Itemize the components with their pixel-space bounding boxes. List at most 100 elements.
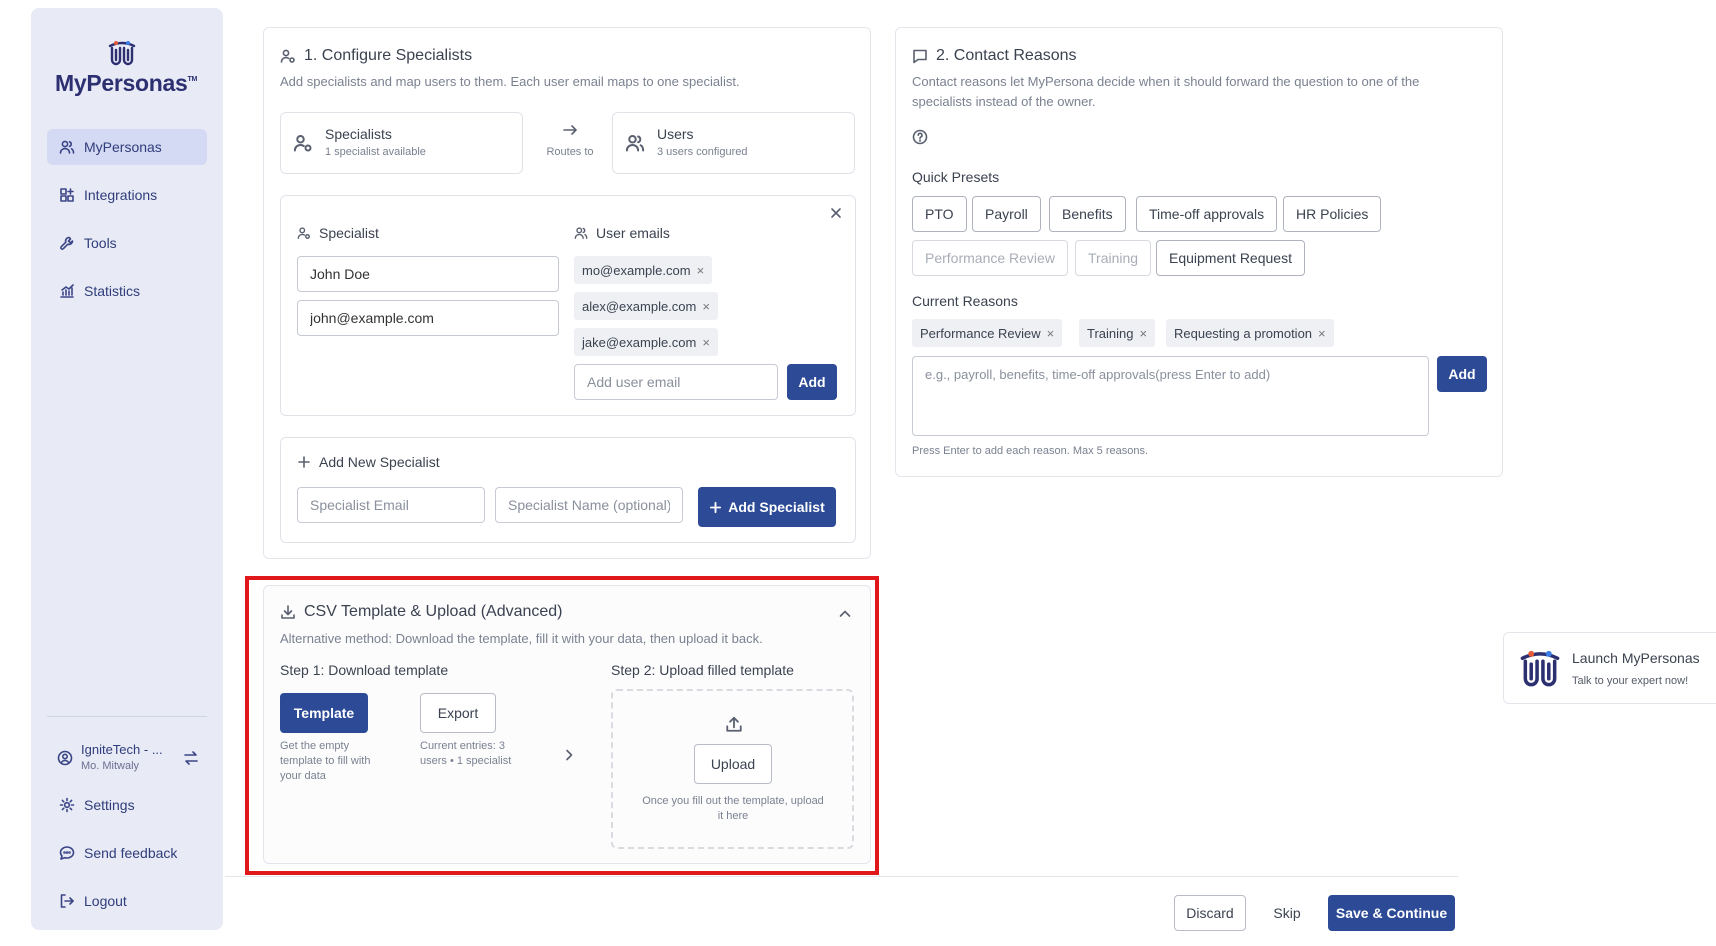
add-reason-button[interactable]: Add (1437, 356, 1487, 392)
email-chip: alex@example.com × (574, 292, 718, 320)
configure-specialists-card: 1. Configure Specialists Add specialists… (263, 27, 871, 559)
nav-item-send-feedback[interactable]: Send feedback (47, 835, 207, 871)
integrations-icon (60, 188, 74, 202)
user-circle-icon (57, 750, 73, 766)
remove-chip-icon[interactable]: × (697, 263, 705, 278)
users-icon (574, 227, 588, 239)
current-reasons-label: Current Reasons (912, 293, 1018, 309)
nav-label: Send feedback (84, 845, 178, 861)
card-subtitle: Add specialists and map users to them. E… (280, 74, 740, 89)
card-title: 1. Configure Specialists (280, 47, 472, 65)
launch-title: Launch MyPersonas (1572, 650, 1700, 666)
summary-sub: 3 users configured (657, 146, 748, 158)
discard-button[interactable]: Discard (1174, 895, 1246, 931)
card-subtitle: Contact reasons let MyPersona decide whe… (912, 74, 1420, 109)
message-icon (913, 49, 927, 64)
user-cog-icon (293, 135, 312, 152)
preset-benefits[interactable]: Benefits (1049, 196, 1126, 232)
contact-reasons-card: 2. Contact Reasons Contact reasons let M… (895, 27, 1503, 477)
close-icon[interactable] (829, 206, 843, 220)
email-chip: jake@example.com × (574, 328, 718, 356)
routes-indicator: Routes to (525, 122, 615, 158)
preset-time-off-approvals[interactable]: Time-off approvals (1136, 196, 1278, 232)
footer-divider (225, 876, 1458, 877)
remove-chip-icon[interactable]: × (702, 335, 710, 350)
card-title: 2. Contact Reasons (912, 47, 1077, 65)
chat-icon (59, 846, 75, 860)
nav-item-integrations[interactable]: Integrations (47, 177, 207, 213)
summary-title: Users (657, 126, 694, 142)
specialist-name-input[interactable] (297, 256, 559, 292)
specialist-label: Specialist (297, 225, 379, 241)
preset-equipment-request[interactable]: Equipment Request (1156, 240, 1305, 276)
gear-icon (59, 797, 75, 813)
specialist-name-new-input[interactable] (495, 487, 683, 523)
specialist-email-new-input[interactable] (297, 487, 485, 523)
chart-icon (60, 284, 74, 298)
email-chip: mo@example.com × (574, 256, 713, 284)
help-circle-icon[interactable] (912, 129, 928, 145)
launch-subtitle: Talk to your expert now! (1572, 675, 1689, 687)
plus-icon (298, 456, 310, 468)
nav-label: Statistics (84, 283, 141, 299)
nav-label: Tools (84, 235, 117, 251)
swap-icon[interactable] (183, 750, 199, 766)
summary-sub: 1 specialist available (325, 146, 426, 158)
plus-icon (710, 501, 722, 513)
skip-button[interactable]: Skip (1262, 895, 1312, 931)
add-user-email-input[interactable] (574, 364, 778, 400)
org-user: Mo. Mitwaly (81, 760, 140, 772)
nav-label: Settings (84, 797, 135, 813)
logo-mark-icon (108, 41, 136, 66)
add-new-specialist: Add New Specialist Add Specialist (280, 437, 856, 543)
highlight-box (245, 576, 879, 875)
nav-item-tools[interactable]: Tools (47, 225, 207, 261)
user-cog-icon (297, 227, 310, 239)
nav-item-statistics[interactable]: Statistics (47, 273, 207, 309)
remove-chip-icon[interactable]: × (1047, 326, 1055, 341)
remove-chip-icon[interactable]: × (702, 299, 710, 314)
nav-label: Integrations (84, 187, 158, 203)
preset-pto[interactable]: PTO (912, 196, 967, 232)
remove-chip-icon[interactable]: × (1318, 326, 1326, 341)
sidebar-divider (47, 716, 207, 717)
users-icon (625, 135, 645, 152)
user-cog-icon (280, 49, 295, 63)
nav-item-mypersonas[interactable]: MyPersonas (47, 129, 207, 165)
wrench-icon (60, 236, 74, 250)
user-emails-label: User emails (574, 225, 670, 241)
preset-hr-policies[interactable]: HR Policies (1283, 196, 1382, 232)
nav-item-logout[interactable]: Logout (47, 883, 207, 919)
reason-chip: Performance Review × (912, 319, 1063, 347)
add-email-button[interactable]: Add (787, 364, 837, 400)
logo-text: MyPersonasTM (55, 70, 198, 96)
users-summary: Users 3 users configured (612, 112, 855, 174)
reason-hint: Press Enter to add each reason. Max 5 re… (912, 445, 1149, 457)
arrow-right-icon (563, 125, 577, 135)
preset-training[interactable]: Training (1075, 240, 1152, 276)
launch-mypersonas-widget[interactable]: Launch MyPersonas Talk to your expert no… (1503, 632, 1716, 704)
mypersonas-mascot-icon (1520, 650, 1560, 687)
preset-payroll[interactable]: Payroll (972, 196, 1041, 232)
sidebar: MyPersonasTM MyPersonas Integrations Too… (31, 8, 223, 930)
summary-title: Specialists (325, 126, 392, 142)
add-specialist-button[interactable]: Add Specialist (698, 487, 836, 527)
logo[interactable]: MyPersonasTM (55, 40, 200, 100)
save-continue-button[interactable]: Save & Continue (1328, 895, 1455, 931)
reason-chip: Training × (1079, 319, 1156, 347)
specialists-summary: Specialists 1 specialist available (280, 112, 523, 174)
routes-to-label: Routes to (546, 146, 594, 158)
logout-icon (60, 894, 74, 908)
reason-textarea[interactable] (912, 356, 1429, 436)
preset-performance-review[interactable]: Performance Review (912, 240, 1068, 276)
add-new-specialist-title: Add New Specialist (297, 454, 440, 470)
specialist-mapping: Specialist User emails mo@example.com× a… (280, 195, 856, 416)
nav-item-settings[interactable]: Settings (47, 787, 207, 823)
users-icon (59, 140, 75, 154)
specialist-email-input[interactable] (297, 300, 559, 336)
quick-presets-label: Quick Presets (912, 169, 1000, 185)
nav-label: Logout (84, 893, 127, 909)
remove-chip-icon[interactable]: × (1139, 326, 1147, 341)
reason-chip: Requesting a promotion × (1166, 319, 1334, 347)
org-switcher[interactable]: IgniteTech - ... Mo. Mitwaly (57, 740, 207, 780)
